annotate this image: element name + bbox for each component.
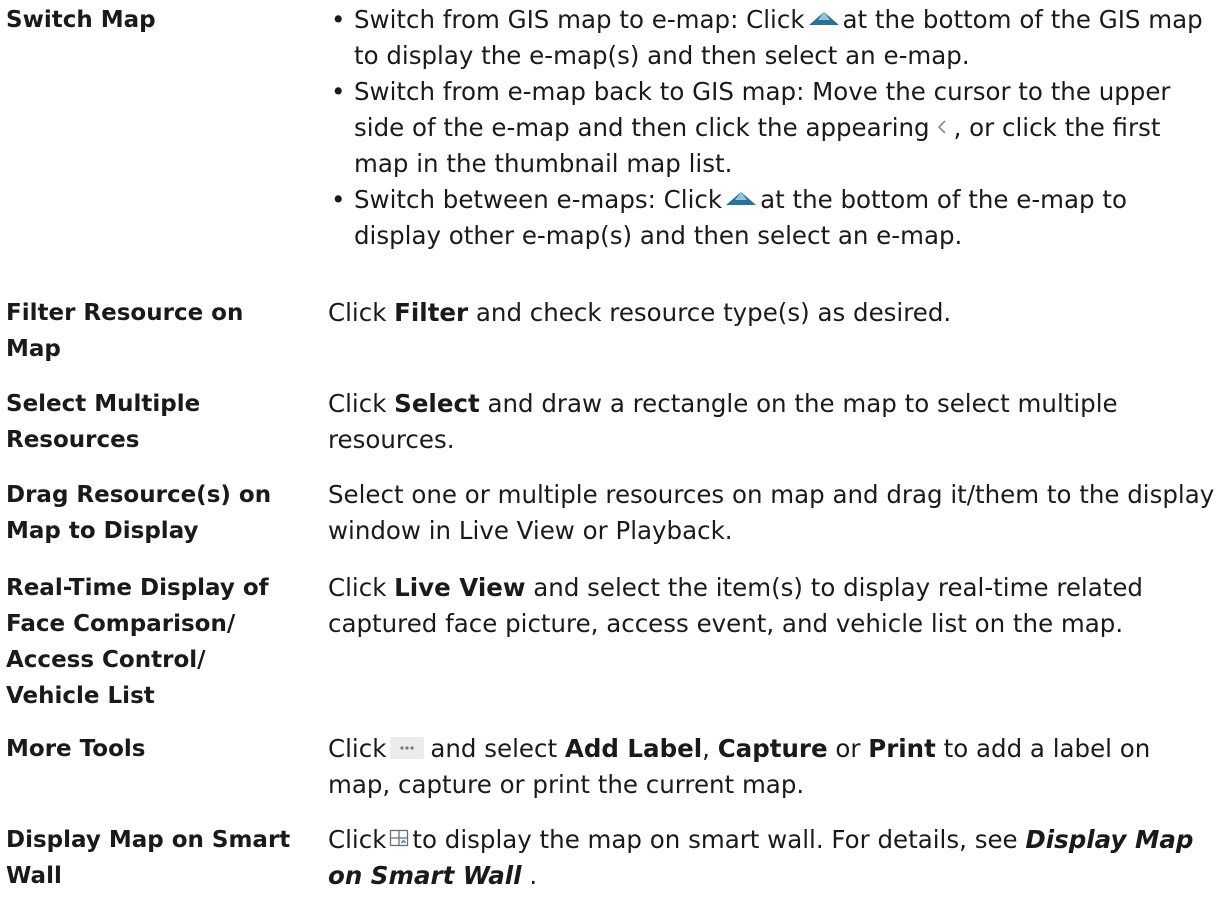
list-item: Switch from e-map back to GIS map: Move … xyxy=(328,74,1216,182)
term-filter-resource: Filter Resource on Map xyxy=(6,300,244,362)
term-display-map-smart-wall: Display Map on Smart Wall xyxy=(6,827,291,889)
description-filter-resource: Click Filter and check resource type(s) … xyxy=(328,298,952,327)
description-select-multiple: Click Select and draw a rectangle on the… xyxy=(328,389,1118,454)
term-real-time-display: Real-Time Display of Face Comparison/ Ac… xyxy=(6,575,269,709)
term-more-tools: More Tools xyxy=(6,736,146,762)
list-item: Switch from GIS map to e-map: Clickat th… xyxy=(328,2,1216,74)
description-display-map-smart-wall: Click to display the map on smart wall. F… xyxy=(328,825,1194,890)
term-switch-map: Switch Map xyxy=(6,7,156,33)
description-switch-map: Switch from GIS map to e-map: Clickat th… xyxy=(328,2,1216,254)
bullet-list: Switch from GIS map to e-map: Clickat th… xyxy=(328,2,1216,254)
description-more-tools: Click and select Add Label, Capture or Pr… xyxy=(328,734,1151,799)
list-item: Switch between e-maps: Clickat the botto… xyxy=(328,182,1216,254)
term-drag-resources: Drag Resource(s) on Map to Display xyxy=(6,482,272,544)
mountain-icon xyxy=(808,12,839,25)
description-drag-resources: Select one or multiple resources on map … xyxy=(328,480,1215,545)
term-select-multiple: Select Multiple Resources xyxy=(6,391,201,453)
smart-wall-icon xyxy=(390,829,409,847)
mountain-icon xyxy=(726,192,757,205)
chevron-left-icon xyxy=(937,120,946,134)
description-real-time-display: Click Live View and select the item(s) t… xyxy=(328,573,1143,638)
more-icon xyxy=(390,737,425,759)
